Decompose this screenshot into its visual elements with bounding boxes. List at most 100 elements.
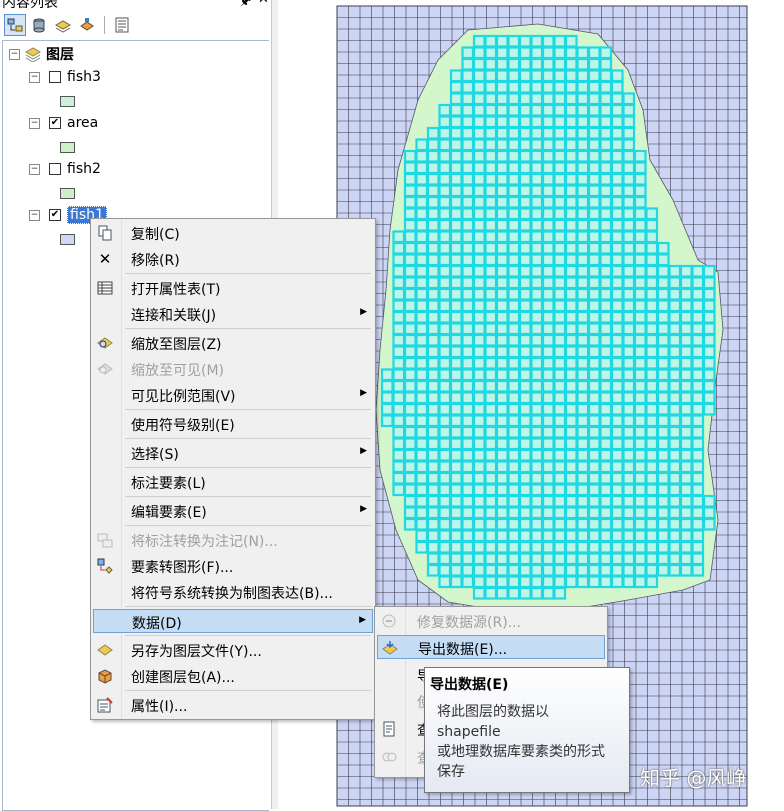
fish-cell: [518, 586, 532, 600]
layer-symbol-swatch[interactable]: [60, 188, 75, 199]
collapse-icon[interactable]: −: [29, 117, 40, 129]
fish-cell: [564, 333, 578, 347]
fish-cell: [403, 264, 417, 278]
menu-item-features-to-graphics[interactable]: 要素转图形(F)...: [93, 554, 373, 578]
menu-item-selection[interactable]: 选择(S) ▶: [93, 441, 373, 465]
menu-item-create-layer-package[interactable]: 创建图层包(A)...: [93, 664, 373, 688]
menu-item-open-attribute-table[interactable]: 打开属性表(T): [93, 276, 373, 300]
menu-item-zoom-to-visible[interactable]: 缩放至可见(M): [93, 357, 373, 381]
fish-cell: [415, 184, 429, 198]
menu-item-use-symbol-levels[interactable]: 使用符号级别(E): [93, 412, 373, 436]
fish-cell: [564, 437, 578, 451]
fish-cell: [599, 552, 613, 566]
fish-cell: [415, 391, 429, 405]
menu-item-data[interactable]: 数据(D) ▶: [93, 609, 373, 633]
fish-cell: [484, 448, 498, 462]
fish-cell: [587, 46, 601, 60]
fish-cell: [702, 310, 716, 324]
fish-cell: [438, 540, 452, 554]
fish-cell: [702, 379, 716, 393]
fish-cell: [645, 253, 659, 267]
fish-cell: [461, 195, 475, 209]
fish-cell: [438, 494, 452, 508]
fish-cell: [656, 379, 670, 393]
fish-cell: [576, 299, 590, 313]
properties-icon: [97, 697, 113, 713]
list-by-drawing-order-icon[interactable]: [4, 14, 26, 36]
fish-cell: [449, 448, 463, 462]
menu-item-remove[interactable]: ✕ 移除(R): [93, 247, 373, 271]
fish-cell: [426, 563, 440, 577]
layer-symbol-swatch[interactable]: [60, 142, 75, 153]
fish-cell: [587, 391, 601, 405]
menu-item-properties[interactable]: 属性(I)...: [93, 693, 373, 717]
menu-item-convert-symbology[interactable]: 将符号系统转换为制图表达(B)...: [93, 580, 373, 604]
menu-item-label: 将符号系统转换为制图表达(B)...: [131, 586, 333, 602]
fish-cell: [530, 483, 544, 497]
fish-cell: [599, 230, 613, 244]
menu-item-repair-data-source[interactable]: 修复数据源(R)...: [377, 609, 605, 633]
menu-item-zoom-to-layer[interactable]: 缩放至图层(Z): [93, 331, 373, 355]
collapse-icon[interactable]: −: [9, 48, 20, 60]
fish-cell: [576, 92, 590, 106]
fish-cell: [530, 563, 544, 577]
fish-cell: [438, 310, 452, 324]
fish-cell: [461, 414, 475, 428]
fish-cell: [668, 264, 682, 278]
fish-cell: [484, 172, 498, 186]
fish-cell: [484, 34, 498, 48]
layer-visibility-checkbox[interactable]: ✔: [49, 209, 61, 221]
fish-cell: [518, 517, 532, 531]
close-icon[interactable]: ✕: [258, 0, 269, 7]
fish-cell: [518, 161, 532, 175]
menu-item-convert-labels[interactable]: 将标注转换为注记(N)...: [93, 528, 373, 552]
fish-cell: [392, 379, 406, 393]
menu-item-label: 复制(C): [131, 227, 180, 243]
list-by-source-icon[interactable]: [28, 14, 50, 36]
menu-item-joins-relates[interactable]: 连接和关联(J) ▶: [93, 302, 373, 326]
zoom-to-layer-icon: [97, 335, 113, 351]
layer-item-fish3[interactable]: − fish3: [29, 67, 101, 87]
fish-cell: [576, 264, 590, 278]
fish-cell: [403, 506, 417, 520]
fish-cell: [656, 368, 670, 382]
menu-item-label-features[interactable]: 标注要素(L): [93, 470, 373, 494]
menu-item-export-data[interactable]: 导出数据(E)...: [377, 635, 605, 659]
layer-symbol-swatch[interactable]: [60, 234, 75, 245]
pin-icon[interactable]: 🖈: [240, 0, 251, 13]
layer-symbol-swatch[interactable]: [60, 96, 75, 107]
fish-cell: [610, 149, 624, 163]
layer-item-area[interactable]: − ✔ area: [29, 113, 98, 133]
list-by-selection-icon[interactable]: [76, 14, 98, 36]
collapse-icon[interactable]: −: [29, 163, 40, 175]
tree-root-layers[interactable]: − 图层: [9, 44, 74, 64]
fish-cell: [679, 345, 693, 359]
options-icon[interactable]: [111, 14, 133, 36]
collapse-icon[interactable]: −: [29, 209, 40, 221]
list-by-visibility-icon[interactable]: [52, 14, 74, 36]
collapse-icon[interactable]: −: [29, 71, 40, 83]
fish-cell: [553, 241, 567, 255]
menu-item-copy[interactable]: 复制(C): [93, 221, 373, 245]
fish-cell: [518, 218, 532, 232]
menu-item-edit-features[interactable]: 编辑要素(E) ▶: [93, 499, 373, 523]
fish-cell: [645, 506, 659, 520]
layer-item-fish2[interactable]: − fish2: [29, 159, 101, 179]
layer-visibility-checkbox[interactable]: [49, 71, 61, 83]
fish-cell: [645, 241, 659, 255]
menu-item-save-as-layer-file[interactable]: 另存为图层文件(Y)...: [93, 638, 373, 662]
fish-cell: [461, 80, 475, 94]
fish-cell: [610, 80, 624, 94]
fish-cell: [438, 391, 452, 405]
fish-cell: [530, 471, 544, 485]
fish-cell: [518, 575, 532, 589]
layer-visibility-checkbox[interactable]: ✔: [49, 117, 61, 129]
fish-cell: [507, 506, 521, 520]
fish-cell: [599, 322, 613, 336]
fish-cell: [622, 161, 636, 175]
fish-cell: [507, 483, 521, 497]
layer-visibility-checkbox[interactable]: [49, 163, 61, 175]
menu-item-visible-scale-range[interactable]: 可见比例范围(V) ▶: [93, 383, 373, 407]
fish-cell: [541, 149, 555, 163]
fish-cell: [507, 207, 521, 221]
